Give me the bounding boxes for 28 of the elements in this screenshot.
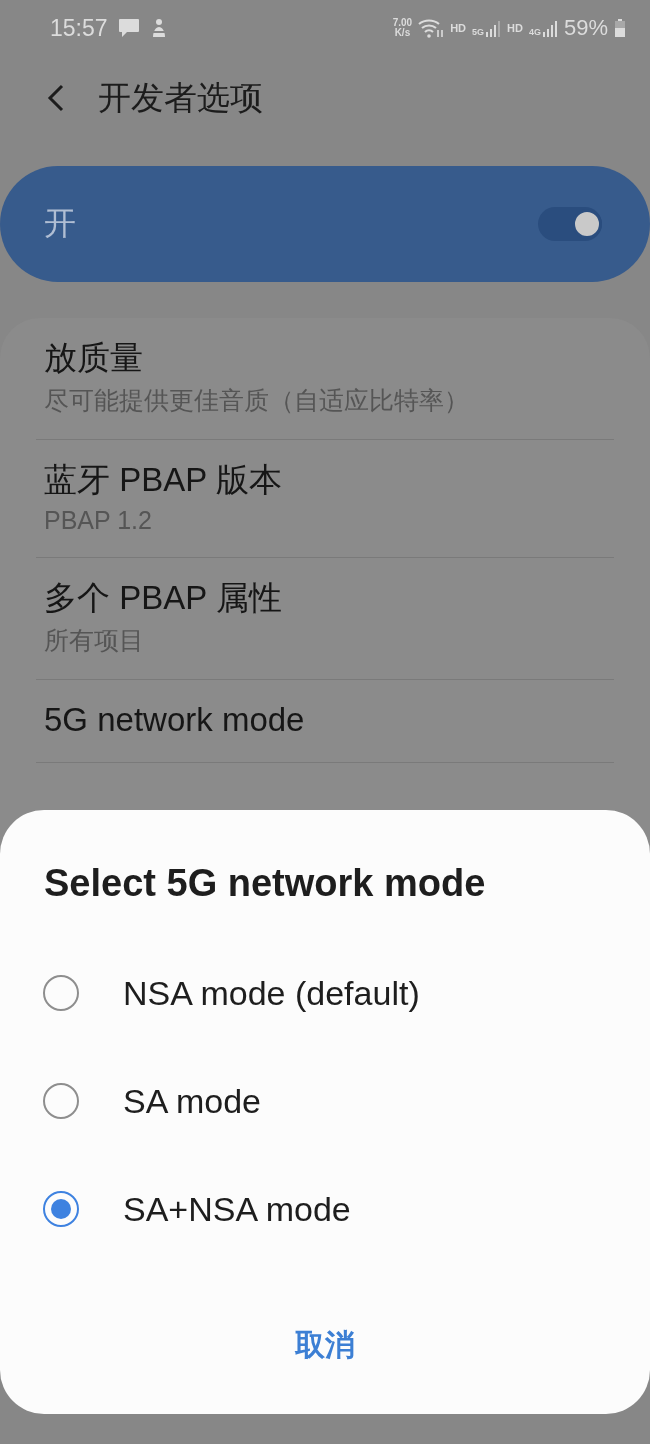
- radio-button[interactable]: [43, 1191, 79, 1227]
- toggle-switch[interactable]: [538, 207, 602, 241]
- signal-icon: [485, 19, 502, 37]
- speed-value: 7.00: [392, 18, 413, 28]
- page-title: 开发者选项: [98, 77, 263, 118]
- option-label[interactable]: SA mode: [123, 1081, 261, 1121]
- network-label: 4G: [528, 28, 541, 37]
- hd-tag: HD: [450, 22, 467, 34]
- battery-icon: [614, 18, 626, 38]
- clock: 15:57: [50, 14, 108, 42]
- setting-title: 多个 PBAP 属性: [44, 578, 283, 618]
- cancel-button[interactable]: 取消: [275, 1315, 375, 1376]
- battery-percent: 59%: [563, 15, 608, 41]
- radio-button[interactable]: [43, 975, 79, 1011]
- message-icon: [117, 18, 140, 38]
- dialog-title: Select 5G network mode: [44, 862, 487, 905]
- switch-label: 开: [44, 204, 76, 243]
- network-label: 5G: [472, 28, 485, 37]
- wifi-icon: [418, 18, 445, 38]
- hd-tag: HD: [507, 22, 523, 34]
- setting-title: 放质量: [44, 338, 144, 378]
- speed-unit: K/s: [394, 28, 411, 38]
- option-label[interactable]: NSA mode (default): [123, 973, 420, 1013]
- setting-title: 5G network mode: [44, 700, 306, 740]
- signal-icon: [541, 19, 558, 37]
- option-label[interactable]: SA+NSA mode: [123, 1189, 351, 1229]
- setting-title: 蓝牙 PBAP 版本: [44, 460, 283, 500]
- radio-button[interactable]: [43, 1083, 79, 1119]
